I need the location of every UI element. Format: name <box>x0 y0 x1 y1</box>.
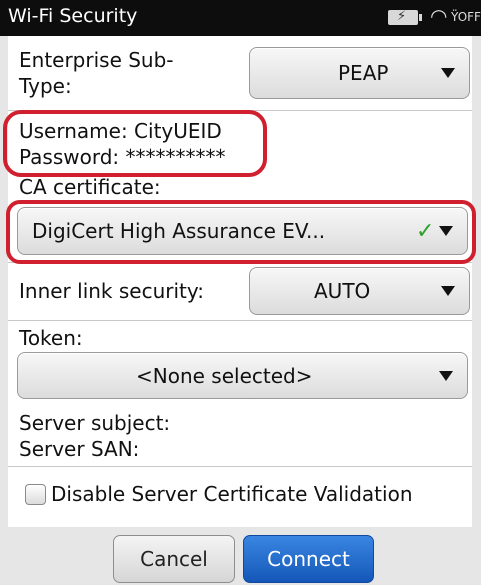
inner-link-security-value: AUTO <box>314 279 371 303</box>
disable-validation-checkbox[interactable] <box>25 484 46 505</box>
ca-certificate-label: CA certificate: <box>19 175 161 199</box>
enterprise-subtype-label-line2: Type: <box>19 74 72 98</box>
ca-certificate-highlight <box>6 200 476 264</box>
chevron-down-icon <box>441 286 455 296</box>
chevron-down-icon <box>439 370 453 381</box>
wifi-signal-icon: ◠ <box>430 4 448 28</box>
connect-button[interactable]: Connect <box>243 535 374 583</box>
credentials-highlight <box>3 110 267 177</box>
disable-validation-label[interactable]: Disable Server Certificate Validation <box>51 482 413 506</box>
token-dropdown[interactable]: <None selected> <box>17 352 468 399</box>
chevron-down-icon <box>441 68 455 78</box>
enterprise-subtype-dropdown[interactable]: PEAP <box>249 47 470 99</box>
server-san-label: Server SAN: <box>19 437 140 461</box>
status-bar: Wi-Fi Security ⚡ ◠ ŸOFF <box>0 0 481 36</box>
divider <box>8 320 472 321</box>
enterprise-subtype-label-line1: Enterprise Sub- <box>19 48 174 72</box>
battery-charging-icon: ⚡ <box>388 9 422 25</box>
server-subject-label: Server subject: <box>19 411 171 435</box>
enterprise-subtype-value: PEAP <box>338 61 389 85</box>
divider <box>8 466 472 467</box>
token-label: Token: <box>19 326 83 350</box>
cancel-button[interactable]: Cancel <box>113 535 235 583</box>
network-indicator: ŸOFF <box>451 10 481 24</box>
token-value: <None selected> <box>136 363 313 388</box>
inner-link-security-label: Inner link security: <box>19 279 204 303</box>
window-title: Wi-Fi Security <box>8 5 138 27</box>
inner-link-security-dropdown[interactable]: AUTO <box>249 267 470 315</box>
